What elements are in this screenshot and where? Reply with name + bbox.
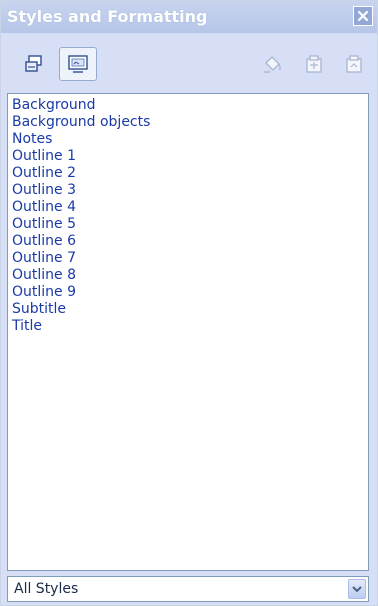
list-item[interactable]: Outline 2 [12, 165, 364, 182]
close-button[interactable] [353, 6, 373, 26]
new-style-from-selection-icon [306, 55, 322, 73]
list-item[interactable]: Title [12, 318, 364, 335]
list-item[interactable]: Outline 6 [12, 233, 364, 250]
update-style-icon [346, 55, 362, 73]
title-bar[interactable]: Styles and Formatting [1, 1, 377, 33]
fill-format-mode-button[interactable] [253, 47, 291, 81]
list-item[interactable]: Outline 1 [12, 148, 364, 165]
drawing-styles-button[interactable] [15, 47, 53, 81]
list-item[interactable]: Background [12, 97, 364, 114]
list-item[interactable]: Notes [12, 131, 364, 148]
style-filter-value: All Styles [14, 581, 79, 597]
chevron-down-icon [352, 586, 362, 593]
list-item[interactable]: Outline 8 [12, 267, 364, 284]
list-item[interactable]: Outline 7 [12, 250, 364, 267]
list-item[interactable]: Background objects [12, 114, 364, 131]
list-item[interactable]: Subtitle [12, 301, 364, 318]
styles-list[interactable]: Background Background objects Notes Outl… [7, 93, 369, 571]
list-item[interactable]: Outline 3 [12, 182, 364, 199]
toolbar [1, 37, 377, 93]
drawing-styles-icon [25, 55, 42, 72]
close-icon [357, 10, 369, 22]
panel-title: Styles and Formatting [7, 7, 208, 26]
list-item[interactable]: Outline 5 [12, 216, 364, 233]
list-item[interactable]: Outline 9 [12, 284, 364, 301]
styles-and-formatting-panel: Styles and Formatting Background Backgro… [0, 0, 378, 606]
dropdown-button[interactable] [348, 579, 366, 599]
presentation-styles-icon [68, 55, 88, 73]
new-style-from-selection-button[interactable] [295, 47, 333, 81]
presentation-styles-button[interactable] [59, 47, 97, 81]
update-style-button[interactable] [335, 47, 373, 81]
fill-format-mode-icon [264, 56, 281, 73]
list-item[interactable]: Outline 4 [12, 199, 364, 216]
style-filter-dropdown[interactable]: All Styles [7, 576, 369, 602]
